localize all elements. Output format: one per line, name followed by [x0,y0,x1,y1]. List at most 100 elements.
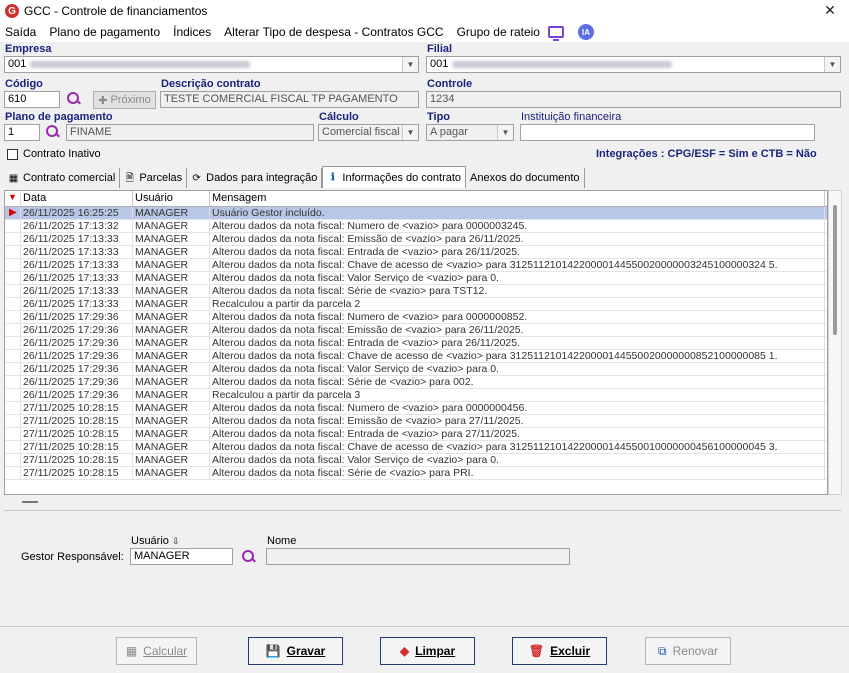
gravar-button[interactable]: 💾 Gravar [248,637,343,665]
cell-data: 26/11/2025 17:13:32 [21,220,133,232]
search-icon[interactable] [66,91,82,107]
table-row[interactable]: 26/11/2025 17:13:33 MANAGER Alterou dados … [5,272,827,285]
table-row[interactable]: 26/11/2025 17:29:36 MANAGER Alterou dados … [5,324,827,337]
table-row[interactable]: 26/11/2025 17:13:33 MANAGER Alterou dados … [5,233,827,246]
scrollbar-thumb[interactable] [833,205,837,335]
instituicao-input[interactable] [520,124,815,141]
tab-label: Contrato comercial [23,172,116,184]
cell-mensagem: Alterou dados da nota fiscal: Numero de … [210,220,825,232]
table-row[interactable]: 27/11/2025 10:28:15 MANAGER Alterou dados … [5,467,827,480]
calcular-button[interactable]: ▦ Calcular [116,637,197,665]
table-row[interactable]: 26/11/2025 17:13:33 MANAGER Alterou dados … [5,259,827,272]
cell-data: 27/11/2025 10:28:15 [21,415,133,427]
table-row[interactable]: 26/11/2025 17:29:36 MANAGER Alterou dados … [5,311,827,324]
table-row[interactable]: ▶ 26/11/2025 16:25:25 MANAGER Usuário Gesto… [5,207,827,220]
chevron-down-icon[interactable]: ▼ [402,57,418,72]
filial-value: 001 [430,58,449,70]
filial-label: Filial [427,43,453,55]
plus-icon: ✚ [98,94,108,107]
filial-select[interactable]: 001 ▼ [426,56,841,73]
menu-plano-pagamento[interactable]: Plano de pagamento [49,25,160,39]
cell-mensagem: Alterou dados da nota fiscal: Emissão de… [210,233,825,245]
tab-anexos-documento[interactable]: Anexos do documento [466,168,585,188]
table-row[interactable]: 26/11/2025 17:29:36 MANAGER Alterou dados … [5,350,827,363]
splitter-handle[interactable] [22,501,38,503]
table-row[interactable]: 27/11/2025 10:28:15 MANAGER Alterou dados … [5,441,827,454]
row-indicator [5,246,21,258]
plano-code-input[interactable]: 1 [4,124,40,141]
search-icon[interactable] [241,549,257,565]
cell-data: 26/11/2025 17:29:36 [21,389,133,401]
cell-usuario: MANAGER [133,324,210,336]
cell-mensagem: Alterou dados da nota fiscal: Valor Serv… [210,363,825,375]
table-row[interactable]: 27/11/2025 10:28:15 MANAGER Alterou dados … [5,428,827,441]
table-row[interactable]: 26/11/2025 17:13:32 MANAGER Alterou dados … [5,220,827,233]
menu-grupo-rateio[interactable]: Grupo de rateio [457,25,540,39]
contrato-inativo-checkbox[interactable] [7,149,18,160]
ia-icon[interactable]: IA [577,24,594,40]
tab-label: Parcelas [139,172,183,184]
tab-parcelas[interactable]: 🗎 Parcelas [120,168,188,188]
menu-saida[interactable]: Saída [5,25,36,39]
table-row[interactable]: 26/11/2025 17:13:33 MANAGER Alterou dados … [5,285,827,298]
monitor-icon[interactable] [547,26,564,41]
tab-informacoes-contrato[interactable]: ℹ Informações do contrato [322,166,467,188]
limpar-button[interactable]: ◆ Limpar [380,637,475,665]
gestor-usuario-input[interactable]: MANAGER [130,548,233,565]
cell-usuario: MANAGER [133,350,210,362]
column-header-mensagem[interactable]: Mensagem [210,191,825,206]
table-row[interactable]: 27/11/2025 10:28:15 MANAGER Alterou dados … [5,415,827,428]
chevron-down-icon[interactable]: ▼ [824,57,840,72]
table-row[interactable]: 26/11/2025 17:13:33 MANAGER Recalculou a p… [5,298,827,311]
empresa-label: Empresa [5,43,52,55]
sort-indicator-icon[interactable]: ▼ [5,191,21,206]
tab-dados-integracao[interactable]: ⟳ Dados para integração [187,168,323,188]
chevron-down-icon[interactable]: ▼ [497,125,513,140]
integracoes-status: Integrações : CPG/ESF = Sim e CTB = Não [596,148,817,160]
descricao-field: TESTE COMERCIAL FISCAL TP PAGAMENTO [160,91,419,108]
column-header-usuario[interactable]: Usuário [133,191,210,206]
table-row[interactable]: 26/11/2025 17:29:36 MANAGER Recalculou a p… [5,389,827,402]
table-row[interactable]: 26/11/2025 17:13:33 MANAGER Alterou dados … [5,246,827,259]
renovar-button[interactable]: ⧉ Renovar [645,637,731,665]
row-indicator [5,259,21,271]
cell-mensagem: Recalculou a partir da parcela 2 [210,298,825,310]
codigo-input[interactable]: 610 [4,91,60,108]
gestor-nome-field [266,548,570,565]
cell-data: 26/11/2025 17:13:33 [21,233,133,245]
table-row[interactable]: 27/11/2025 10:28:15 MANAGER Alterou dados … [5,454,827,467]
proximo-button[interactable]: ✚ Próximo [93,91,156,109]
excluir-button[interactable]: 🗑 Excluir [512,637,607,665]
row-indicator [5,441,21,453]
vertical-scrollbar[interactable] [828,190,842,495]
grid-body: ▶ 26/11/2025 16:25:25 MANAGER Usuário Gesto… [5,207,827,480]
cell-mensagem: Alterou dados da nota fiscal: Numero de … [210,402,825,414]
table-row[interactable]: 26/11/2025 17:29:36 MANAGER Alterou dados … [5,337,827,350]
cell-data: 26/11/2025 17:13:33 [21,298,133,310]
search-icon[interactable] [45,124,61,140]
menu-indices[interactable]: Índices [173,25,211,39]
cell-mensagem: Alterou dados da nota fiscal: Série de <… [210,285,825,297]
close-icon[interactable]: ✕ [821,2,839,19]
calculo-select[interactable]: Comercial fiscal ▼ [318,124,419,141]
chevron-down-icon[interactable]: ▼ [402,125,418,140]
divider [4,510,842,511]
empresa-select[interactable]: 001 ▼ [4,56,419,73]
calculo-value: Comercial fiscal [322,126,400,138]
tipo-select[interactable]: A pagar ▼ [426,124,514,141]
empresa-name-redacted [30,60,251,68]
menu-bar: Saída Plano de pagamento Índices Alterar… [0,22,849,42]
cell-mensagem: Alterou dados da nota fiscal: Emissão de… [210,415,825,427]
cell-usuario: MANAGER [133,233,210,245]
cell-usuario: MANAGER [133,220,210,232]
table-row[interactable]: 27/11/2025 10:28:15 MANAGER Alterou dados … [5,402,827,415]
table-row[interactable]: 26/11/2025 17:29:36 MANAGER Alterou dados … [5,376,827,389]
table-row[interactable]: 26/11/2025 17:29:36 MANAGER Alterou dados … [5,363,827,376]
tab-contrato-comercial[interactable]: ▦ Contrato comercial [4,168,121,188]
cell-mensagem: Alterou dados da nota fiscal: Série de <… [210,467,825,479]
menu-alterar-tipo-despesa[interactable]: Alterar Tipo de despesa - Contratos GCC [224,25,443,39]
cell-data: 26/11/2025 17:29:36 [21,337,133,349]
column-header-data[interactable]: Data [21,191,133,206]
cell-data: 26/11/2025 17:13:33 [21,259,133,271]
codigo-label: Código [5,78,43,90]
